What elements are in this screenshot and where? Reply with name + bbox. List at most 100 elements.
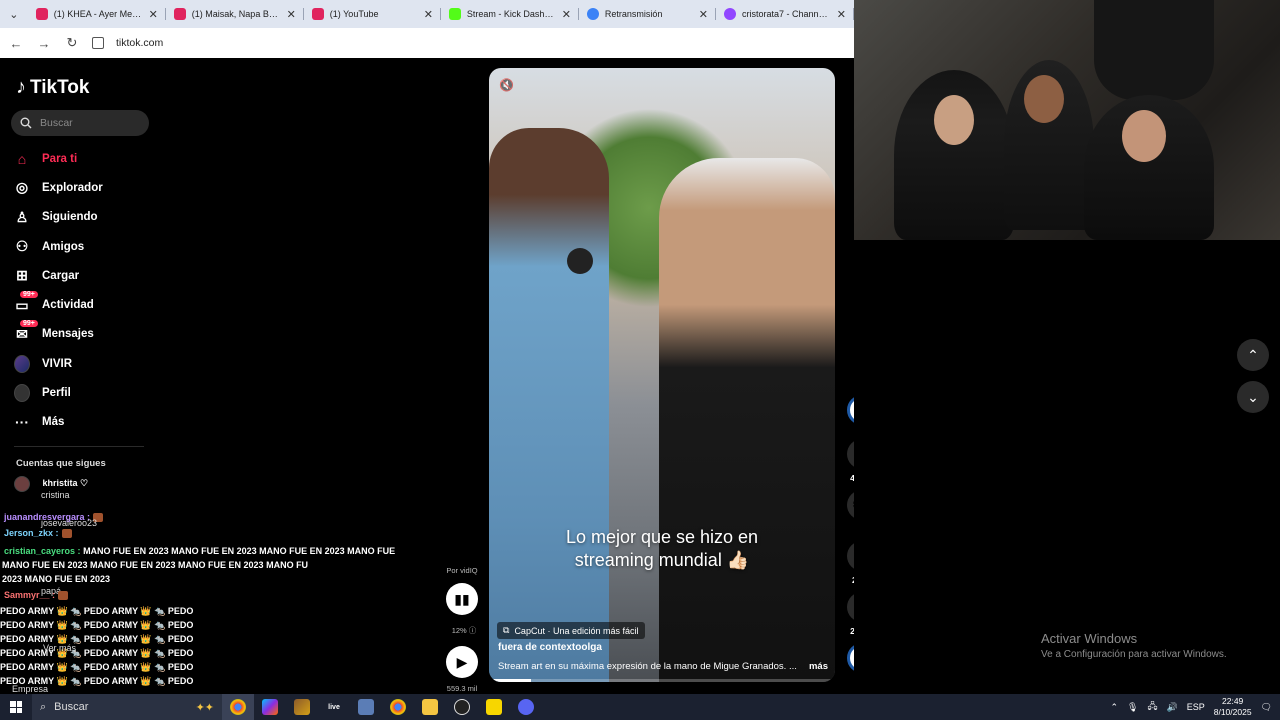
webcam-person [1094,0,1214,100]
taskbar-live[interactable]: live [318,694,350,720]
youtube-icon [35,8,48,20]
sticky-notes-icon [486,699,502,715]
close-tab-icon[interactable]: ✕ [837,8,846,21]
views-label: 559.3 mil [446,684,478,693]
microphone-icon[interactable]: 🎙 [1127,702,1138,713]
clock[interactable]: 22:49 8/10/2025 [1214,696,1252,718]
browser-tab[interactable]: (1) KHEA - Ayer Me LLamó ✕ [28,0,166,28]
sidebar-item-siguiendo[interactable]: ♙ Siguiendo [14,203,154,232]
close-tab-icon[interactable]: ✕ [424,8,433,21]
sidebar-item-actividad[interactable]: ▭ 99+ Actividad [14,290,154,319]
taskbar-notes[interactable] [478,694,510,720]
account-name: khristita ♡ [42,478,89,489]
tab-title: Retransmisión [604,9,663,19]
stats-button[interactable]: ▮▮ [446,583,478,615]
network-icon[interactable]: 🖧 [1147,699,1157,715]
folder-icon [422,699,438,715]
following-icon: ♙ [15,208,29,225]
video-player[interactable]: 🔇 Lo mejor que se hizo en streaming mund… [489,68,835,682]
browser-tab[interactable]: (1) Maisak, Napa Básico ✕ [166,0,304,28]
browser-tab[interactable]: Retransmisión ✕ [579,0,717,28]
sidebar-item-label: Explorador [42,181,103,194]
chat-message: PEDO ARMY 👑 🐀 PEDO ARMY 👑 🐀 PEDO [0,606,194,616]
taskbar-obs[interactable] [446,694,478,720]
taskbar-discord[interactable] [510,694,542,720]
sidebar-item-amigos[interactable]: ⚇ Amigos [14,232,154,261]
sidebar-item-label: Mensajes [42,328,94,341]
tab-list-dropdown-icon[interactable]: ⌄ [0,0,28,28]
search-input[interactable] [40,117,140,129]
activation-title: Activar Windows [1041,631,1138,646]
taskbar-copilot[interactable] [254,694,286,720]
sidebar-item-label: Siguiendo [42,211,98,224]
see-more-link[interactable]: Ver más [43,641,76,655]
close-tab-icon[interactable]: ✕ [562,8,571,21]
chrome-icon [390,699,406,715]
sidebar-item-para-ti[interactable]: ⌂ Para ti [14,144,154,173]
following-section-title: Cuentas que sigues [16,458,106,469]
forward-icon[interactable]: → [36,36,52,51]
close-tab-icon[interactable]: ✕ [287,8,296,21]
sidebar-item-cargar[interactable]: ⊞ Cargar [14,261,154,290]
next-video-button[interactable]: ⌄ [1237,381,1269,413]
notification-icon[interactable]: 🗨 [1261,702,1272,713]
browser-tab[interactable]: Stream - Kick Dashboard ✕ [441,0,579,28]
caption-line: Lo mejor que se hizo en [565,527,759,547]
right-panel [854,240,1280,694]
sidebar-item-explorador[interactable]: ◎ Explorador [14,173,154,202]
previous-video-button[interactable]: ⌃ [1237,339,1269,371]
browser-tab-bar: ⌄ (1) KHEA - Ayer Me LLamó ✕ (1) Maisak,… [0,0,855,28]
windows-logo-icon [10,701,22,713]
back-icon[interactable]: ← [8,36,24,51]
search-box[interactable] [11,110,149,136]
video-progress-bar[interactable] [489,679,835,682]
taskbar-app[interactable] [350,694,382,720]
chat-message: PEDO ARMY 👑 🐀 PEDO ARMY 👑 🐀 PEDO [0,648,194,658]
close-tab-icon[interactable]: ✕ [149,8,158,21]
tab-title: (1) YouTube [329,9,379,19]
video-author[interactable]: fuera de contextoolga [498,642,602,653]
start-button[interactable] [0,694,32,720]
more-link[interactable]: más [809,661,828,672]
sidebar-item-perfil[interactable]: Perfil [14,378,154,407]
url-field[interactable]: tiktok.com [116,37,163,49]
chat-username: Sammyr__ : [4,590,56,600]
language-indicator[interactable]: ESP [1187,702,1205,712]
chat-message: MANO FUE EN 2023 MANO FUE EN 2023 MANO F… [83,546,396,556]
sidebar-item-mensajes[interactable]: ✉ 99+ Mensajes [14,320,154,349]
volume-icon[interactable]: 🔊 [1167,702,1178,713]
copilot-icon [262,699,278,715]
browser-tab[interactable]: (1) YouTube ✕ [304,0,442,28]
taskbar-explorer[interactable] [414,694,446,720]
sidebar-item-label: Cargar [42,269,80,282]
info-icon: ⓘ [468,626,477,635]
activation-subtitle: Ve a Configuración para activar Windows. [1041,649,1227,660]
tab-title: (1) Maisak, Napa Básico [191,9,281,19]
tab-title: cristorata7 - Channel Stre [742,9,831,19]
tiktok-logo[interactable]: ♪ TikTok [16,76,89,99]
taskbar-search[interactable]: ⌕ Buscar ✦✦ [32,694,222,720]
capcut-label: CapCut · Una edición más fácil [514,625,639,636]
close-tab-icon[interactable]: ✕ [699,8,708,21]
sidebar-item-vivir[interactable]: VIVIR [14,349,154,378]
chat-message: PEDO ARMY 👑 🐀 PEDO ARMY 👑 🐀 PEDO [0,634,194,644]
sidebar-item-mas[interactable]: ··· Más [14,408,154,437]
reload-icon[interactable]: ↻ [64,35,80,51]
play-button[interactable]: ▶ [446,646,478,678]
tab-title: (1) KHEA - Ayer Me LLamó [53,9,143,19]
volume-icon[interactable]: 🔇 [499,78,514,92]
search-icon [20,117,32,129]
tray-overflow-icon[interactable]: ⌃ [1110,702,1118,713]
capcut-anchor[interactable]: ⧉ CapCut · Una edición más fácil [497,622,645,639]
taskbar-chrome-2[interactable] [382,694,414,720]
webcam-feed [854,0,1280,240]
vidiq-panel: Por vidIQ ▮▮ 12% ⓘ ▶ 559.3 mil [440,566,484,693]
site-info-icon[interactable] [92,37,104,49]
browser-tab[interactable]: cristorata7 - Channel Stre ✕ [716,0,855,28]
tab-title: Stream - Kick Dashboard [466,9,556,19]
vidiq-label: Por vidIQ [446,566,478,575]
sidebar-item-label: Para ti [42,152,78,165]
taskbar-app[interactable] [286,694,318,720]
sidebar-nav: ⌂ Para ti ◎ Explorador ♙ Siguiendo ⚇ Ami… [14,144,154,437]
taskbar-chrome[interactable] [222,694,254,720]
